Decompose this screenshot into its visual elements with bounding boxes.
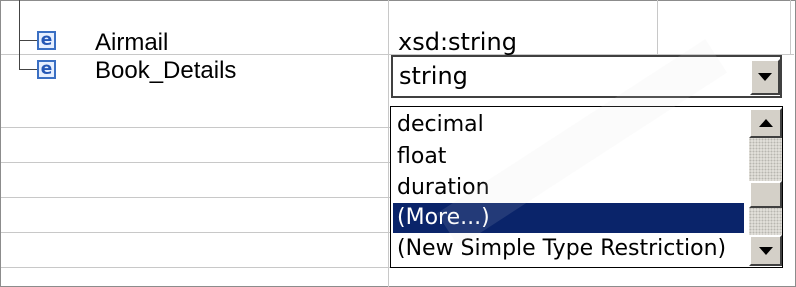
- grid-line: [1, 127, 390, 128]
- scroll-down-button[interactable]: [749, 235, 782, 266]
- grid-line: [1, 232, 390, 233]
- scroll-down-arrow-icon: [758, 246, 773, 255]
- grid-line: [1, 162, 390, 163]
- element-icon: e: [37, 60, 56, 79]
- tree-connector: [19, 69, 37, 70]
- combo-selected-value: string: [399, 62, 468, 90]
- option-new-simple-type-restriction[interactable]: (New Simple Type Restriction): [393, 234, 726, 264]
- tree-item-airmail[interactable]: Airmail: [95, 29, 168, 57]
- tree-connector: [19, 0, 20, 69]
- dropdown-button[interactable]: [750, 59, 780, 95]
- column-divider: [388, 0, 389, 287]
- option-float[interactable]: float: [393, 142, 446, 172]
- column-divider: [790, 0, 791, 54]
- grid-line: [1, 267, 390, 268]
- column-divider: [657, 0, 658, 54]
- element-icon: e: [37, 31, 56, 50]
- scroll-up-arrow-icon: [758, 119, 773, 127]
- tree-item-book-details[interactable]: Book_Details: [95, 57, 236, 85]
- dropdown-arrow-icon: [758, 73, 772, 81]
- tree-connector: [19, 40, 37, 41]
- scroll-up-button[interactable]: [749, 108, 782, 138]
- type-combo-box[interactable]: string: [391, 55, 782, 98]
- option-decimal[interactable]: decimal: [393, 110, 484, 140]
- grid-line: [1, 197, 390, 198]
- scrollbar-thumb[interactable]: [749, 181, 782, 208]
- type-cell-airmail[interactable]: xsd:string: [398, 28, 517, 56]
